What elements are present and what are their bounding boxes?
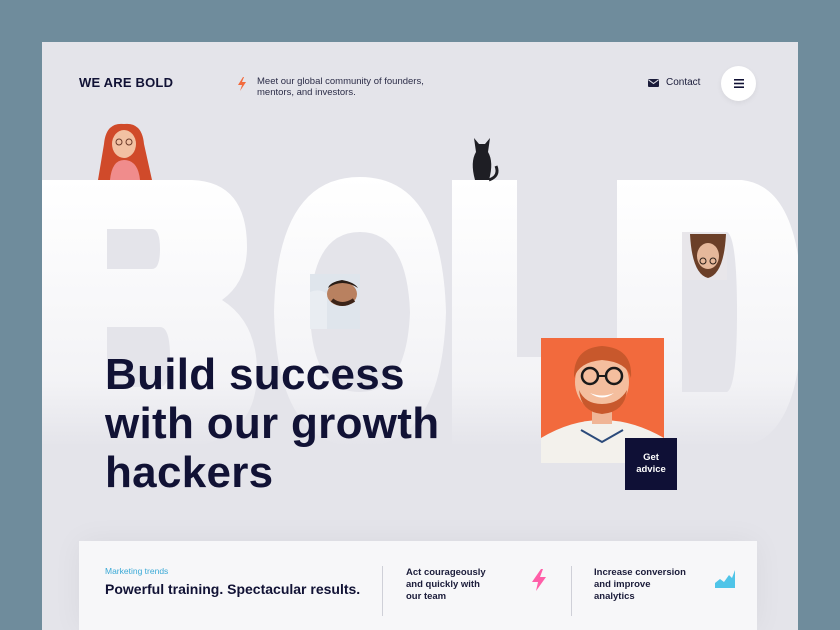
menu-icon xyxy=(733,79,744,88)
hero-headline: Build success with our growth hackers xyxy=(105,350,485,497)
woman-upside-photo xyxy=(682,232,727,280)
get-advice-button[interactable]: Get advice xyxy=(625,438,677,490)
logo[interactable]: WE ARE BOLD xyxy=(79,75,173,90)
contact-link[interactable]: Contact xyxy=(648,77,700,88)
feature-courage-line-3: our team xyxy=(406,591,447,602)
feature-conversion: Increase conversion and improve analytic… xyxy=(594,567,686,603)
tagline-text: Meet our global community of founders, m… xyxy=(257,76,424,98)
cta-line-1: Get xyxy=(643,452,659,463)
divider xyxy=(571,566,572,616)
menu-button[interactable] xyxy=(721,66,756,101)
mail-icon xyxy=(648,78,659,87)
man-peek-photo xyxy=(310,274,360,329)
headline-line-1: Build success xyxy=(105,350,405,399)
tagline-group: Meet our global community of founders, m… xyxy=(237,76,447,98)
cat-photo xyxy=(472,138,499,182)
feature-conversion-line-1: Increase conversion xyxy=(594,567,686,578)
lightning-icon xyxy=(532,569,546,591)
feature-courage-line-1: Act courageously xyxy=(406,567,486,578)
contact-label: Contact xyxy=(666,77,701,88)
features-bar: Marketing trends Powerful training. Spec… xyxy=(79,541,757,630)
headline-line-3: hackers xyxy=(105,448,274,497)
section-title: Powerful training. Spectacular results. xyxy=(105,581,361,597)
cta-line-2: advice xyxy=(636,464,666,475)
feature-courage-line-2: and quickly with xyxy=(406,579,480,590)
bolt-icon xyxy=(238,77,246,91)
feature-conversion-line-3: analytics xyxy=(594,591,635,602)
woman-photo xyxy=(98,123,152,180)
section-eyebrow: Marketing trends xyxy=(105,566,169,576)
chart-icon xyxy=(715,570,735,588)
feature-conversion-line-2: and improve xyxy=(594,579,651,590)
headline-line-2: with our growth xyxy=(105,399,440,448)
feature-courage: Act courageously and quickly with our te… xyxy=(406,567,486,603)
page: WE ARE BOLD Meet our global community of… xyxy=(42,42,798,630)
divider xyxy=(382,566,383,616)
